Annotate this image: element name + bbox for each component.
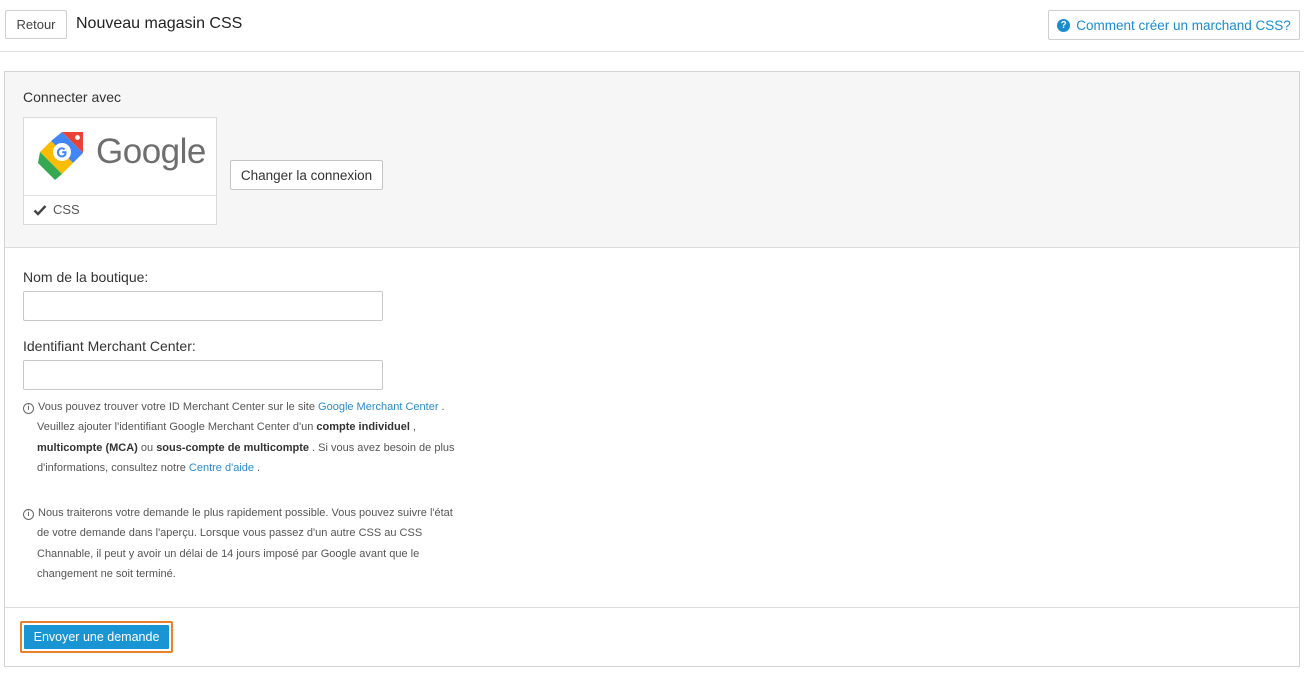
note-text: Veuillez ajouter l'identifiant Google Me…: [37, 421, 317, 434]
checkmark-icon: [33, 204, 47, 216]
note-line: de votre demande dans l'aperçu. Lorsque …: [37, 527, 423, 540]
shop-name-label: Nom de la boutique:: [23, 269, 149, 285]
info-circle-icon: i: [23, 509, 34, 520]
submit-request-button[interactable]: Envoyer une demande: [24, 625, 169, 649]
note-text: ,: [409, 421, 417, 434]
note-text: .: [254, 461, 261, 474]
change-connection-button[interactable]: Changer la connexion: [230, 160, 383, 190]
connect-with-label: Connecter avec: [23, 89, 122, 105]
back-button[interactable]: Retour: [5, 10, 67, 39]
note-line: Channable, il peut y avoir un délai de 1…: [37, 547, 420, 560]
info-circle-icon: i: [23, 403, 34, 414]
provider-status: CSS: [33, 202, 80, 217]
help-link-button[interactable]: ? Comment créer un marchand CSS?: [1048, 10, 1300, 40]
note-bold-text: compte individuel: [316, 421, 410, 434]
note-line: changement ne soit terminé.: [37, 567, 176, 580]
store-form: Nom de la boutique: Identifiant Merchant…: [5, 248, 1299, 608]
note-text: d'informations, consultez notre: [37, 461, 189, 474]
google-provider-card[interactable]: Google CSS: [23, 117, 217, 225]
question-circle-icon: ?: [1057, 18, 1071, 32]
form-footer: Envoyer une demande: [5, 607, 1299, 666]
shop-name-input[interactable]: [23, 291, 383, 321]
note-line: multicompte (MCA) ou sous-compte de mult…: [23, 438, 483, 458]
note-text: ou: [137, 441, 157, 454]
google-wordmark: Google: [96, 132, 206, 171]
note-text: Vous pouvez trouver votre ID Merchant Ce…: [38, 401, 319, 413]
note-line: d'informations, consultez notre Centre d…: [23, 458, 483, 478]
google-tag-logo-icon: [38, 132, 83, 180]
new-store-panel: Connecter avec Google CSS Changer la con…: [4, 71, 1300, 667]
top-bar: Retour Nouveau magasin CSS ? Comment cré…: [0, 0, 1304, 52]
help-link-label: Comment créer un marchand CSS?: [1076, 17, 1291, 33]
submit-focus-outline: Envoyer une demande: [20, 621, 173, 653]
merchant-id-input[interactable]: [23, 360, 383, 390]
note-bold-text: sous-compte de multicompte: [156, 441, 309, 454]
google-merchant-center-link[interactable]: Google Merchant Center: [318, 401, 438, 413]
provider-status-label: CSS: [53, 202, 80, 217]
connection-section: Connecter avec Google CSS Changer la con…: [5, 72, 1299, 248]
processing-info-note: i Nous traiterons votre demande le plus r…: [23, 503, 483, 584]
google-logo: Google: [24, 118, 216, 196]
note-text: .: [438, 401, 445, 413]
note-line: i Vous pouvez trouver votre ID Merchant C…: [23, 397, 483, 417]
note-line: Veuillez ajouter l'identifiant Google Me…: [23, 417, 483, 437]
merchant-id-label: Identifiant Merchant Center:: [23, 338, 196, 354]
merchant-id-info-note: i Vous pouvez trouver votre ID Merchant C…: [23, 397, 483, 478]
note-line: i Nous traiterons votre demande le plus r…: [23, 503, 483, 523]
note-bold-text: multicompte (MCA): [37, 441, 138, 454]
page-title: Nouveau magasin CSS: [76, 15, 243, 32]
note-text: . Si vous avez besoin de plus: [308, 441, 455, 454]
help-center-link[interactable]: Centre d'aide: [189, 462, 254, 474]
note-text: Nous traiterons votre demande le plus ra…: [38, 507, 453, 519]
